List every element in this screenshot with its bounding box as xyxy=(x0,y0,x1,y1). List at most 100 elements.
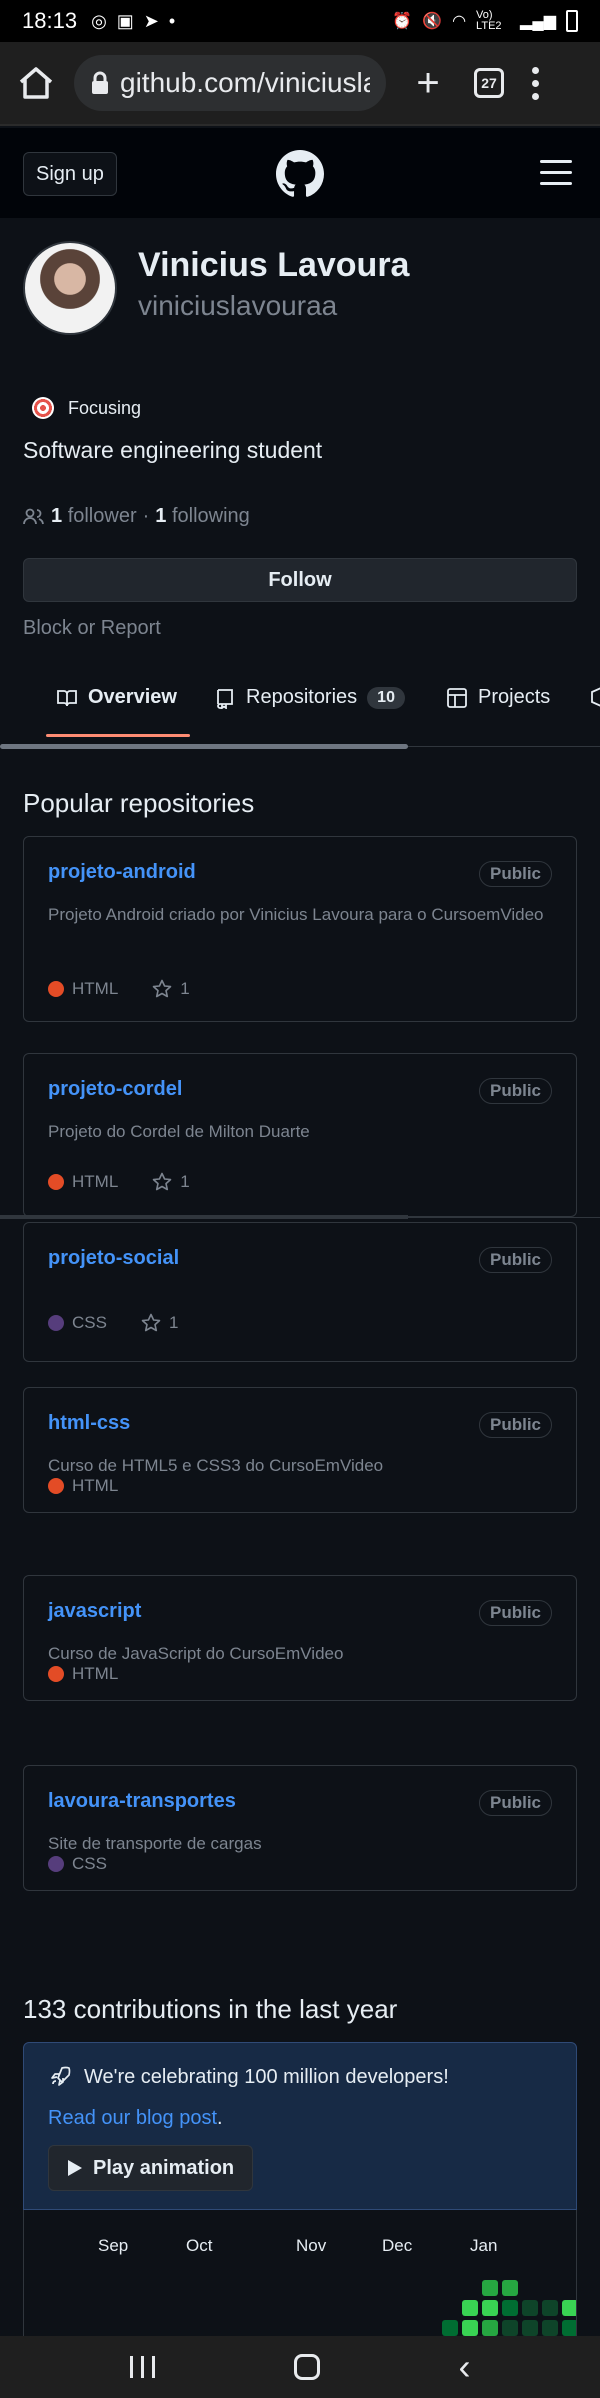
play-animation-button[interactable]: Play animation xyxy=(48,2145,254,2191)
tab-switcher-button[interactable]: 27 xyxy=(474,68,504,98)
menu-hamburger-icon[interactable] xyxy=(540,160,572,185)
repo-name-link[interactable]: lavoura-transportes xyxy=(48,1790,236,1813)
gallery-icon: ▣ xyxy=(116,10,134,31)
package-icon xyxy=(591,687,600,707)
following-link[interactable]: 1 following xyxy=(155,505,250,528)
play-icon xyxy=(68,2160,82,2176)
follow-button[interactable]: Follow xyxy=(23,558,577,602)
month-label: Jan xyxy=(470,2236,498,2255)
contribution-cell[interactable] xyxy=(482,2280,498,2296)
active-tab-underline xyxy=(46,734,190,737)
tab-label: Projects xyxy=(478,686,551,708)
tab-repositories[interactable]: Repositories 10 xyxy=(214,686,405,709)
star-icon xyxy=(152,979,172,998)
language-color-dot xyxy=(48,1666,64,1682)
contribution-cell[interactable] xyxy=(542,2300,558,2316)
following-label: following xyxy=(171,505,250,527)
contribution-cell[interactable] xyxy=(502,2280,518,2296)
github-logo-icon[interactable] xyxy=(276,150,324,198)
contribution-cell[interactable] xyxy=(542,2320,558,2336)
profile-bio: Software engineering student xyxy=(23,437,323,463)
language-color-dot xyxy=(48,1856,64,1872)
system-nav-bar: ‹ xyxy=(0,2336,600,2398)
repo-meta: CSS xyxy=(48,1854,107,1874)
visibility-badge: Public xyxy=(478,1412,552,1438)
repo-card: html-css Public Curso de HTML5 e CSS3 do C… xyxy=(23,1387,577,1513)
contribution-cell[interactable] xyxy=(562,2320,576,2336)
repo-card: projeto-android Public Projeto Android cri… xyxy=(23,836,577,1022)
month-label: Oct xyxy=(186,2236,213,2255)
contribution-cell[interactable] xyxy=(462,2300,478,2316)
avatar[interactable] xyxy=(23,241,117,335)
contribution-cell[interactable] xyxy=(562,2300,576,2316)
home-icon xyxy=(19,67,53,99)
tab-overview[interactable]: Overview xyxy=(56,686,177,709)
language-color-dot xyxy=(48,981,64,997)
home-button[interactable] xyxy=(14,61,58,105)
browser-menu-button[interactable] xyxy=(530,66,540,100)
rocket-icon xyxy=(51,2066,71,2086)
tabs-scrollbar[interactable] xyxy=(0,744,408,749)
contribution-cell[interactable] xyxy=(522,2320,538,2336)
followers-count: 1 xyxy=(51,505,63,527)
repo-name-link[interactable]: projeto-android xyxy=(48,861,196,884)
contribution-cell[interactable] xyxy=(462,2320,478,2336)
celebration-text: We're celebrating 100 million developers… xyxy=(84,2065,449,2088)
lock-icon xyxy=(92,71,108,94)
contribution-cell[interactable] xyxy=(482,2300,498,2316)
new-tab-button[interactable]: + xyxy=(408,63,448,103)
book-icon xyxy=(57,689,77,706)
repo-name-link[interactable]: projeto-social xyxy=(48,1247,179,1270)
repo-name-link[interactable]: projeto-cordel xyxy=(48,1078,182,1101)
visibility-badge: Public xyxy=(478,861,552,887)
stargazers-link[interactable]: 1 xyxy=(141,1313,178,1333)
block-or-report-link[interactable]: Block or Report xyxy=(23,617,161,640)
language-color-dot xyxy=(48,1478,64,1494)
profile-login: viniciuslavouraa xyxy=(138,290,338,321)
home-nav-button[interactable] xyxy=(293,2354,320,2380)
repo-meta: HTML xyxy=(48,1476,118,1496)
tab-projects[interactable]: Projects xyxy=(446,686,550,709)
stargazers-link[interactable]: 1 xyxy=(152,1172,190,1192)
contribution-cell[interactable] xyxy=(502,2300,518,2316)
month-label: Sep xyxy=(98,2236,129,2255)
repo-name-link[interactable]: javascript xyxy=(48,1600,141,1623)
repo-description: Curso de HTML5 e CSS3 do CursoEmVideo xyxy=(48,1456,384,1475)
star-count: 1 xyxy=(180,1172,190,1191)
status-text: Focusing xyxy=(68,397,142,418)
contribution-cell[interactable] xyxy=(522,2300,538,2316)
celebration-line: We're celebrating 100 million developers… xyxy=(48,2065,449,2089)
repo-language: HTML xyxy=(72,1664,119,1683)
repo-language: HTML xyxy=(72,1476,119,1495)
signal-icon: ▂▄▆ xyxy=(520,13,556,30)
tab-label: Repositories xyxy=(246,686,358,708)
popular-repos-title: Popular repositories xyxy=(23,788,255,818)
back-button[interactable]: ‹ xyxy=(459,2349,471,2385)
language-color-dot xyxy=(48,1174,64,1190)
month-label: Nov xyxy=(296,2236,327,2255)
telegram-icon: ➤ xyxy=(143,10,159,31)
visibility-badge: Public xyxy=(478,1247,552,1273)
clock: 18:13 xyxy=(22,8,78,33)
sign-up-button[interactable]: Sign up xyxy=(23,152,117,196)
contribution-cell[interactable] xyxy=(482,2320,498,2336)
user-status[interactable]: Focusing xyxy=(32,397,141,419)
system-status-bar: 18:13 ◎ ▣ ➤ • ⏰ 🔇 ◠ Vo) LTE2 ▂▄▆ xyxy=(0,0,600,42)
star-icon xyxy=(141,1313,161,1332)
repo-name-link[interactable]: html-css xyxy=(48,1412,130,1435)
people-icon xyxy=(23,508,44,524)
recent-apps-button[interactable] xyxy=(129,2356,155,2378)
repo-icon xyxy=(217,688,233,709)
repo-language: HTML xyxy=(72,979,119,998)
contributions-title: 133 contributions in the last year xyxy=(23,1994,398,2024)
followers-link[interactable]: 1 follower xyxy=(51,505,137,528)
contribution-cell[interactable] xyxy=(502,2320,518,2336)
battery-icon xyxy=(566,10,578,32)
address-bar[interactable]: github.com/viniciusla xyxy=(74,55,386,111)
contribution-cell[interactable] xyxy=(442,2320,458,2336)
stargazers-link[interactable]: 1 xyxy=(152,979,190,999)
blog-post-link[interactable]: Read our blog post xyxy=(48,2107,217,2129)
alarm-icon: ⏰ xyxy=(392,13,413,30)
github-header: Sign up xyxy=(0,128,600,218)
tab-more-clipped[interactable] xyxy=(590,686,600,708)
